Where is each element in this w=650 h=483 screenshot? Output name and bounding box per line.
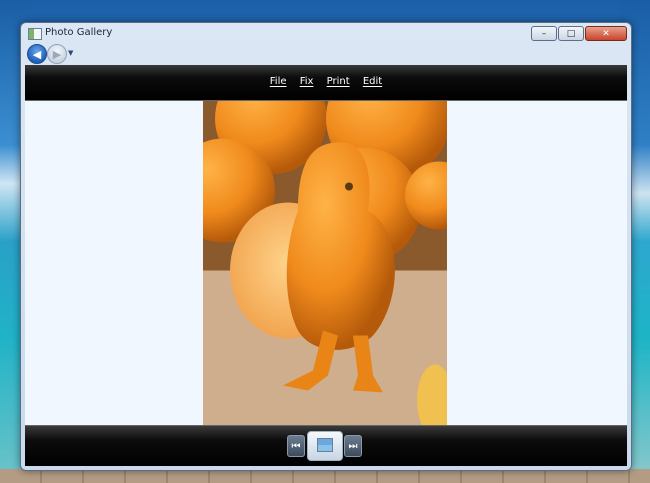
close-icon: ✕ bbox=[602, 28, 610, 39]
previous-button[interactable]: ⏮ bbox=[287, 435, 305, 457]
menu-items: File Fix Print Edit bbox=[25, 76, 627, 87]
displayed-photo bbox=[203, 101, 447, 426]
close-button[interactable]: ✕ bbox=[585, 26, 627, 41]
minimize-button[interactable]: – bbox=[531, 26, 557, 41]
minimize-icon: – bbox=[541, 28, 547, 39]
menu-bar: File Fix Print Edit bbox=[25, 65, 627, 101]
back-button[interactable]: ◀ bbox=[27, 44, 47, 64]
navigation-bar: ◀ ▶ ▼ bbox=[23, 43, 629, 65]
menu-file[interactable]: File bbox=[270, 76, 287, 87]
maximize-icon: □ bbox=[566, 28, 576, 39]
gallery-content: File Fix Print Edit ⏮ ⏭ bbox=[25, 65, 627, 466]
previous-icon: ⏮ bbox=[291, 440, 301, 452]
slideshow-button[interactable] bbox=[307, 431, 343, 461]
forward-button[interactable]: ▶ bbox=[47, 44, 67, 64]
desktop-wallpaper-deck bbox=[0, 469, 650, 483]
history-dropdown-icon[interactable]: ▼ bbox=[68, 49, 73, 57]
caption-buttons: – □ ✕ bbox=[530, 26, 627, 41]
next-button[interactable]: ⏭ bbox=[344, 435, 362, 457]
back-arrow-icon: ◀ bbox=[32, 47, 42, 61]
window-title: Photo Gallery bbox=[45, 27, 113, 38]
photo-stage bbox=[25, 101, 627, 426]
next-icon: ⏭ bbox=[348, 440, 358, 452]
menu-print[interactable]: Print bbox=[327, 76, 350, 87]
app-icon bbox=[28, 28, 42, 40]
forward-arrow-icon: ▶ bbox=[52, 47, 62, 61]
menu-fix[interactable]: Fix bbox=[300, 76, 314, 87]
title-bar[interactable]: Photo Gallery – □ ✕ bbox=[21, 23, 631, 43]
maximize-button[interactable]: □ bbox=[558, 26, 584, 41]
photo-gallery-window: Photo Gallery – □ ✕ ◀ ▶ ▼ File Fix Print… bbox=[20, 22, 632, 471]
picture-icon bbox=[317, 438, 333, 452]
menu-edit[interactable]: Edit bbox=[363, 76, 382, 87]
playback-bar: ⏮ ⏭ bbox=[25, 425, 627, 466]
orange-figure-photo bbox=[203, 101, 447, 426]
